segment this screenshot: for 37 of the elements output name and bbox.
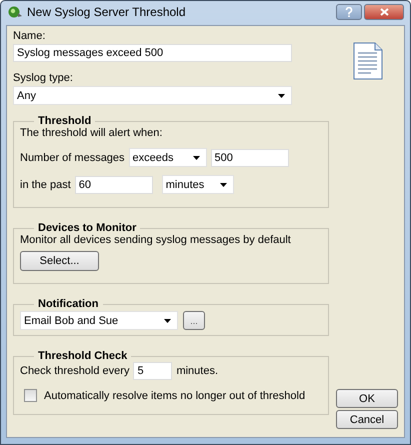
group-title: Threshold (37, 115, 92, 127)
dialog-button[interactable]: OK (336, 389, 398, 408)
help-icon (345, 7, 353, 17)
caret-icon (164, 318, 171, 322)
dialog-button[interactable]: Cancel (336, 410, 398, 429)
field-label: Number of messages (20, 152, 125, 164)
field-label: minutes. (176, 365, 218, 377)
window-title: New Syslog Server Threshold (27, 5, 186, 19)
caret-icon (278, 94, 285, 98)
field-label: Check threshold every (20, 365, 130, 377)
close-button[interactable] (364, 4, 404, 20)
group-title: Notification (37, 298, 100, 310)
group-title: Devices to Monitor (37, 222, 138, 234)
group-title: Threshold Check (37, 350, 128, 362)
dropdown[interactable]: Any (13, 86, 292, 105)
input-field[interactable]: 5 (133, 362, 172, 380)
dropdown[interactable]: Email Bob and Sue (20, 311, 178, 330)
dropdown[interactable]: exceeds (128, 148, 207, 167)
caret-icon (220, 182, 227, 186)
browse-button[interactable]: ... (183, 311, 205, 330)
description-text: The threshold will alert when: (20, 127, 164, 139)
input-field[interactable]: Syslog messages exceed 500 (13, 44, 292, 62)
input-field[interactable]: 500 (210, 148, 289, 166)
field-label: in the past (20, 178, 71, 190)
dropdown[interactable]: minutes (162, 175, 234, 194)
caret-icon (192, 156, 200, 160)
select-button[interactable]: Select... (20, 251, 99, 271)
help-button[interactable] (336, 4, 362, 20)
app-icon (8, 6, 22, 18)
description-text: Monitor all devices sending syslog messages by default (20, 234, 292, 246)
checkbox-label: Automatically resolve items no longer out of threshold (44, 390, 306, 402)
close-icon (380, 8, 388, 16)
input-field[interactable]: 60 (74, 176, 153, 194)
checkbox[interactable] (24, 389, 37, 402)
field-label: Syslog type: (13, 72, 74, 84)
document-icon (353, 42, 383, 80)
field-label: Name: (13, 30, 46, 42)
